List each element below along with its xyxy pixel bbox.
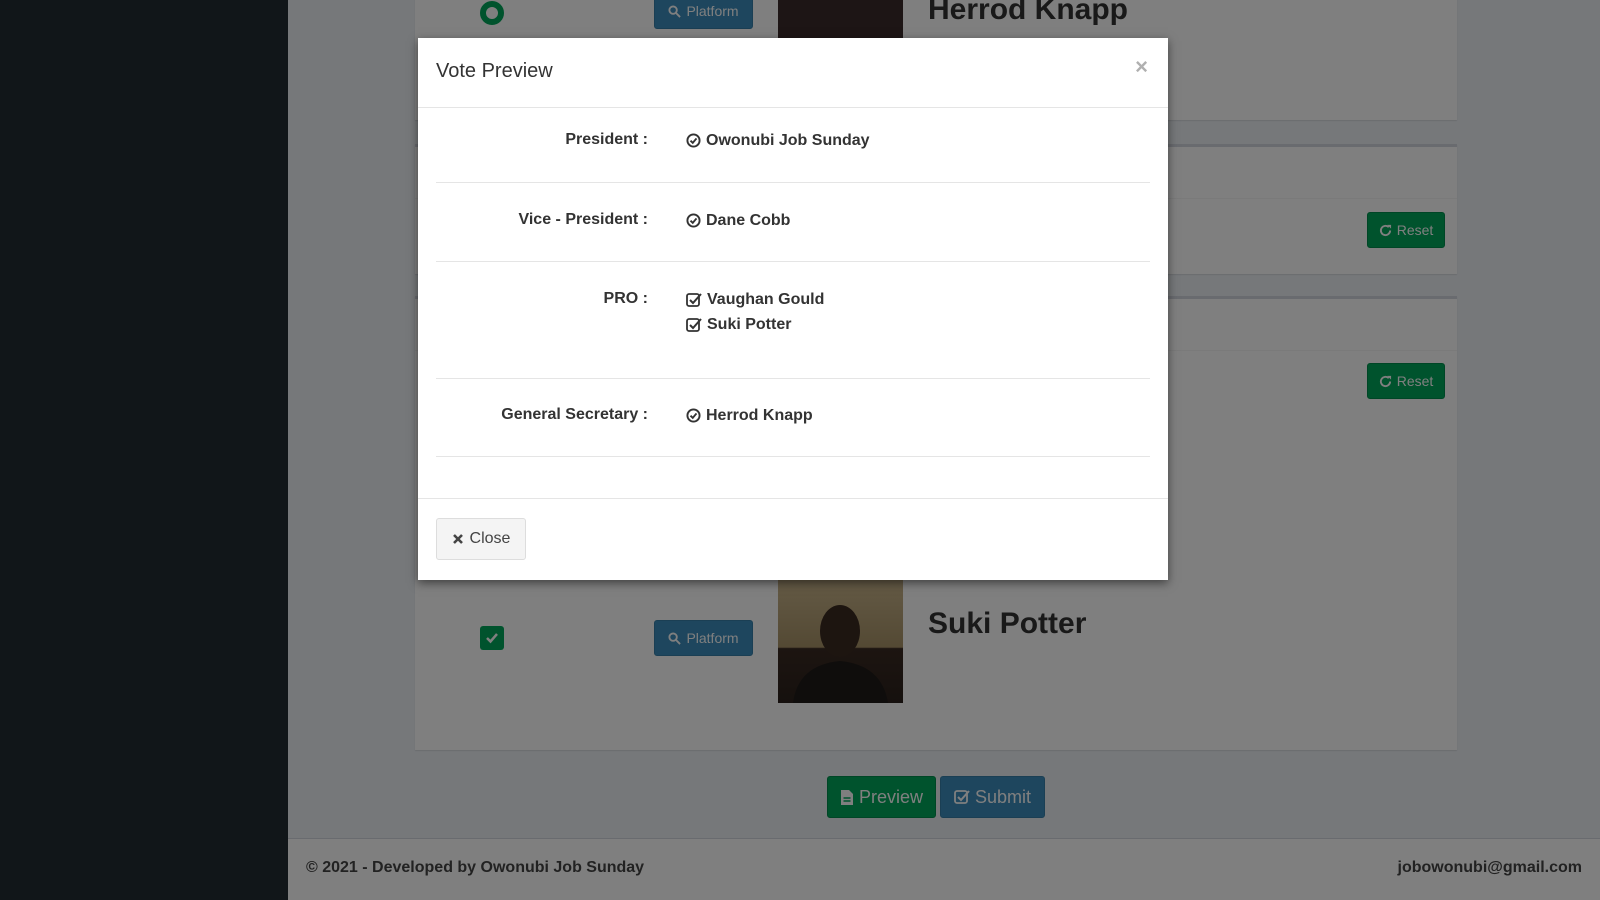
close-button[interactable]: Close [436,518,526,560]
selected-candidates: Herrod Knapp [686,403,813,428]
vote-row-vice-president: Vice - President : Dane Cobb [436,183,1150,262]
check-circle-icon [686,408,701,423]
selected-candidate: Suki Potter [686,312,824,337]
selected-candidates: Owonubi Job Sunday [686,128,870,153]
candidate-name: Owonubi Job Sunday [706,131,870,149]
modal-header: Vote Preview × [418,38,1168,108]
selected-candidate: Owonubi Job Sunday [686,128,870,153]
selected-candidates: Vaughan Gould Suki Potter [686,287,824,337]
selected-candidate: Vaughan Gould [686,287,824,312]
vote-row-pro: PRO : Vaughan Gould Suki Potter [436,262,1150,379]
close-x-icon [452,533,464,545]
vote-row-president: President : Owonubi Job Sunday [436,109,1150,183]
selected-candidate: Herrod Knapp [686,403,813,428]
position-label: General Secretary : [501,406,648,423]
position-label: President : [565,131,648,148]
modal-title: Vote Preview [436,60,553,82]
candidate-name: Vaughan Gould [707,290,825,308]
selected-candidate: Dane Cobb [686,208,790,233]
modal-body: President : Owonubi Job Sunday Vice - Pr… [436,109,1150,457]
vote-row-general-secretary: General Secretary : Herrod Knapp [436,379,1150,457]
close-icon[interactable]: × [1135,56,1148,78]
position-label: Vice - President : [518,211,648,228]
check-circle-icon [686,213,701,228]
selected-candidates: Dane Cobb [686,208,790,233]
candidate-name: Suki Potter [707,315,792,333]
check-square-icon [686,292,702,308]
modal-footer: Close [418,498,1168,580]
position-label: PRO : [603,290,648,307]
candidate-name: Dane Cobb [706,211,791,229]
vote-preview-modal: Vote Preview × President : Owonubi Job S… [418,38,1168,580]
check-circle-icon [686,133,701,148]
check-square-icon [686,317,702,333]
close-label: Close [469,530,511,547]
candidate-name: Herrod Knapp [706,406,813,424]
